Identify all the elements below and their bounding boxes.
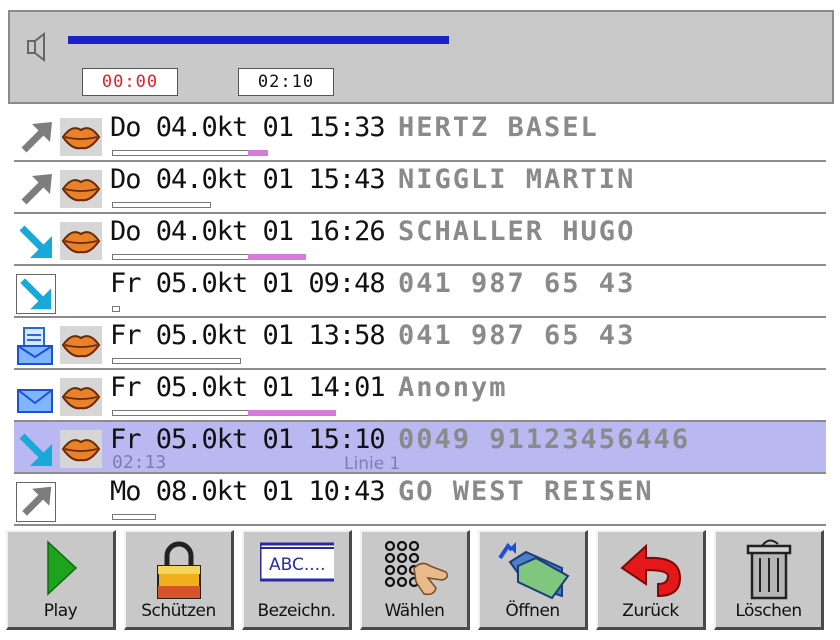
entry-datetime: Fr 05.0kt 01 14:01 bbox=[110, 372, 386, 403]
entry-caller: Anonym bbox=[398, 372, 508, 403]
duration-bar bbox=[112, 306, 120, 312]
duration-bar bbox=[112, 150, 269, 156]
list-item[interactable]: Do 04.0kt 01 15:33 HERTZ BASEL bbox=[14, 110, 826, 162]
entry-caller: GO WEST REISEN bbox=[398, 476, 654, 507]
entry-caller: HERTZ BASEL bbox=[398, 112, 599, 143]
entry-datetime: Mo 08.0kt 01 10:43 bbox=[110, 476, 386, 507]
voice-message-icon bbox=[60, 378, 102, 416]
mail-document-icon bbox=[17, 327, 53, 365]
play-icon bbox=[47, 540, 78, 596]
label-button[interactable]: ABC.... Bezeichn. bbox=[242, 530, 352, 630]
trash-can-icon bbox=[746, 539, 792, 600]
playback-progress[interactable] bbox=[68, 36, 628, 44]
voice-message-icon bbox=[60, 326, 102, 364]
duration-bar bbox=[112, 514, 157, 520]
message-list[interactable]: Do 04.0kt 01 15:33 HERTZ BASEL Do 04.0kt 0… bbox=[14, 110, 826, 526]
outgoing-call-icon bbox=[21, 122, 52, 153]
open-label: Öffnen bbox=[505, 601, 560, 621]
incoming-call-icon bbox=[16, 274, 56, 314]
entry-datetime: Do 04.0kt 01 15:33 bbox=[110, 112, 386, 143]
incoming-call-icon bbox=[19, 225, 52, 258]
keypad-hand-icon bbox=[384, 540, 449, 596]
list-item[interactable]: Fr 05.0kt 01 15:10 0049 91123456446 02:13 L… bbox=[14, 422, 826, 474]
open-button[interactable]: Öffnen bbox=[478, 530, 588, 630]
speaker-icon[interactable] bbox=[24, 32, 52, 62]
delete-label: Löschen bbox=[735, 601, 802, 621]
incoming-call-icon bbox=[19, 433, 52, 466]
voice-message-icon bbox=[60, 430, 102, 468]
play-button[interactable]: Play bbox=[6, 530, 116, 630]
entry-caller: NIGGLI MARTIN bbox=[398, 164, 636, 195]
list-item[interactable]: Fr 05.0kt 01 13:58 041 987 65 43 bbox=[14, 318, 826, 370]
list-item[interactable]: Fr 05.0kt 01 09:48 041 987 65 43 bbox=[14, 266, 826, 318]
entry-datetime: Fr 05.0kt 01 15:10 bbox=[110, 424, 386, 455]
list-item[interactable]: Do 04.0kt 01 15:43 NIGGLI MARTIN bbox=[14, 162, 826, 214]
entry-datetime: Do 04.0kt 01 15:43 bbox=[110, 164, 386, 195]
back-label: Zurück bbox=[622, 601, 679, 621]
playback-progress-fill bbox=[68, 36, 449, 44]
entry-caller: 041 987 65 43 bbox=[398, 268, 636, 299]
entry-line: Linie 1 bbox=[344, 454, 401, 474]
player-panel: 00:00 02:10 bbox=[8, 10, 834, 104]
back-button[interactable]: Zurück bbox=[596, 530, 706, 630]
elapsed-time: 00:00 bbox=[82, 68, 178, 96]
entry-datetime: Fr 05.0kt 01 09:48 bbox=[110, 268, 386, 299]
list-item[interactable]: Do 04.0kt 01 16:26 SCHALLER HUGO bbox=[14, 214, 826, 266]
entry-caller: 0049 91123456446 bbox=[398, 424, 691, 455]
dial-button[interactable]: Wählen bbox=[360, 530, 470, 630]
outgoing-call-icon bbox=[21, 174, 52, 205]
voice-message-icon bbox=[60, 170, 102, 208]
play-label: Play bbox=[43, 601, 78, 621]
entry-caller: 041 987 65 43 bbox=[398, 320, 636, 351]
label-tag-icon: ABC.... bbox=[260, 542, 334, 582]
duration-bar bbox=[112, 202, 211, 208]
label-icon-text: ABC.... bbox=[269, 555, 325, 575]
label-label: Bezeichn. bbox=[257, 601, 336, 621]
entry-datetime: Fr 05.0kt 01 13:58 bbox=[110, 320, 386, 351]
padlock-icon bbox=[157, 541, 201, 599]
dial-label: Wählen bbox=[384, 601, 445, 621]
voice-message-icon bbox=[60, 222, 102, 260]
played-segment bbox=[248, 410, 337, 416]
voice-message-icon bbox=[60, 118, 102, 156]
list-item[interactable]: Mo 08.0kt 01 10:43 GO WEST REISEN bbox=[14, 474, 826, 526]
played-segment bbox=[248, 254, 306, 260]
entry-datetime: Do 04.0kt 01 16:26 bbox=[110, 216, 386, 247]
open-folder-icon bbox=[498, 542, 570, 600]
total-time: 02:10 bbox=[238, 68, 334, 96]
list-item[interactable]: Fr 05.0kt 01 14:01 Anonym bbox=[14, 370, 826, 422]
played-segment bbox=[248, 150, 269, 156]
protect-label: Schützen bbox=[141, 601, 216, 621]
entry-caller: SCHALLER HUGO bbox=[398, 216, 636, 247]
delete-button[interactable]: Löschen bbox=[714, 530, 824, 630]
back-arrow-icon bbox=[620, 543, 682, 598]
mail-icon bbox=[17, 389, 53, 413]
outgoing-call-icon bbox=[16, 482, 56, 522]
protect-button[interactable]: Schützen bbox=[124, 530, 234, 630]
duration-bar bbox=[112, 358, 242, 364]
toolbar: Play Schützen ABC.... Bezeichn. Wählen Ö… bbox=[6, 530, 836, 634]
entry-duration: 02:13 bbox=[112, 452, 167, 473]
